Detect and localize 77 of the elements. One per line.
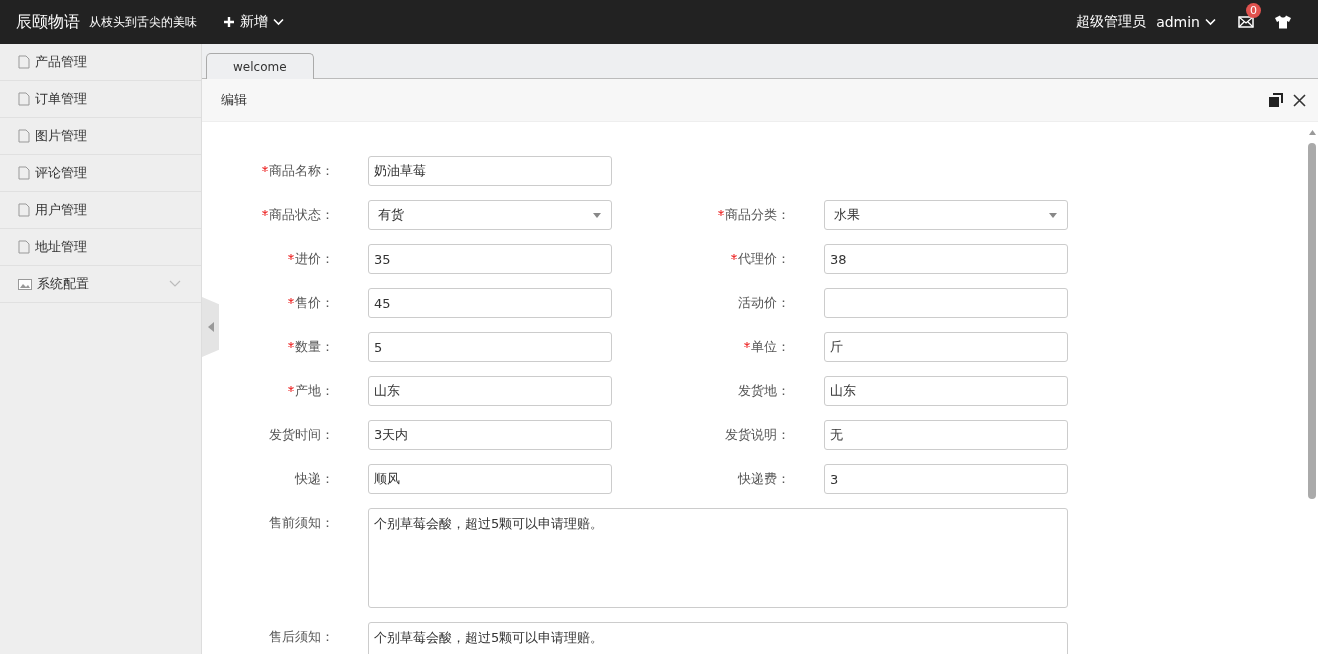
document-icon <box>18 55 30 69</box>
required-icon <box>262 166 268 172</box>
plus-icon <box>223 16 235 28</box>
document-icon <box>18 240 30 254</box>
sidebar-item[interactable]: 订单管理 <box>0 81 201 118</box>
required-icon <box>288 254 294 260</box>
input-field[interactable]: 38 <box>824 244 1068 274</box>
field-label: 售价： <box>295 294 334 312</box>
input-field[interactable]: 奶油草莓 <box>368 156 612 186</box>
required-icon <box>718 210 724 216</box>
sidebar-item[interactable]: 图片管理 <box>0 118 201 155</box>
sidebar-item[interactable]: 用户管理 <box>0 192 201 229</box>
document-icon <box>18 129 30 143</box>
new-menu-button[interactable]: 新增 <box>223 13 284 31</box>
field-label: 商品名称： <box>269 162 334 180</box>
brand-slogan: 从枝头到舌尖的美味 <box>89 13 197 31</box>
input-field[interactable] <box>824 288 1068 318</box>
close-icon[interactable] <box>1293 93 1306 107</box>
field-label: 发货地： <box>738 382 790 400</box>
field-label: 单位： <box>751 338 790 356</box>
field-label: 售后须知： <box>269 628 334 646</box>
field-label: 发货时间： <box>269 426 334 444</box>
field-label: 快递： <box>295 470 334 488</box>
field-label: 商品分类： <box>725 206 790 224</box>
field-label: 快递费： <box>738 470 790 488</box>
textarea-field[interactable]: 个别草莓会酸，超过5颗可以申请理赔。 <box>368 508 1068 608</box>
caret-icon <box>1049 212 1057 218</box>
field-label: 售前须知： <box>269 514 334 532</box>
caret-icon <box>593 212 601 218</box>
notification-badge: 0 <box>1246 3 1261 18</box>
field-label: 进价： <box>295 250 334 268</box>
required-icon <box>288 386 294 392</box>
required-icon <box>731 254 737 260</box>
triangle-left-icon <box>207 322 214 332</box>
tshirt-icon[interactable] <box>1274 15 1292 29</box>
document-icon <box>18 92 30 106</box>
textarea-field[interactable]: 个别草莓会酸，超过5颗可以申请理赔。 <box>368 622 1068 654</box>
input-field[interactable]: 山东 <box>368 376 612 406</box>
document-icon <box>18 203 30 217</box>
field-label: 产地： <box>295 382 334 400</box>
required-icon <box>744 342 750 348</box>
mail-icon[interactable] <box>1238 16 1254 28</box>
picture-icon <box>18 278 32 290</box>
field-label: 商品状态： <box>269 206 334 224</box>
chevron-down-icon <box>273 18 284 26</box>
input-field[interactable]: 45 <box>368 288 612 318</box>
chevron-down-icon <box>1205 18 1216 26</box>
select-field[interactable]: 水果 <box>824 200 1068 230</box>
input-field[interactable]: 顺风 <box>368 464 612 494</box>
required-icon <box>288 342 294 348</box>
input-field[interactable]: 3天内 <box>368 420 612 450</box>
input-field[interactable]: 山东 <box>824 376 1068 406</box>
document-icon <box>18 166 30 180</box>
restore-window-icon[interactable] <box>1269 93 1283 107</box>
select-field[interactable]: 有货 <box>368 200 612 230</box>
scrollbar-thumb[interactable] <box>1308 143 1316 499</box>
input-field[interactable]: 3 <box>824 464 1068 494</box>
scroll-up-icon[interactable] <box>1308 130 1316 135</box>
field-label: 代理价： <box>738 250 790 268</box>
input-field[interactable]: 无 <box>824 420 1068 450</box>
required-icon <box>262 210 268 216</box>
brand-title: 辰颐物语 <box>16 11 80 33</box>
sidebar-item[interactable]: 产品管理 <box>0 44 201 81</box>
input-field[interactable]: 35 <box>368 244 612 274</box>
field-label: 发货说明： <box>725 426 790 444</box>
field-label: 数量： <box>295 338 334 356</box>
field-label: 活动价： <box>738 294 790 312</box>
required-icon <box>288 298 294 304</box>
input-field[interactable]: 5 <box>368 332 612 362</box>
tab[interactable]: welcome <box>206 53 314 79</box>
sidebar-item[interactable]: 地址管理 <box>0 229 201 266</box>
sidebar-item[interactable]: 评论管理 <box>0 155 201 192</box>
user-menu-button[interactable]: admin <box>1156 14 1216 30</box>
user-role: 超级管理员 <box>1076 13 1147 31</box>
sidebar-item[interactable]: 系统配置 <box>0 266 201 303</box>
input-field[interactable]: 斤 <box>824 332 1068 362</box>
panel-title: 编辑 <box>221 91 247 109</box>
